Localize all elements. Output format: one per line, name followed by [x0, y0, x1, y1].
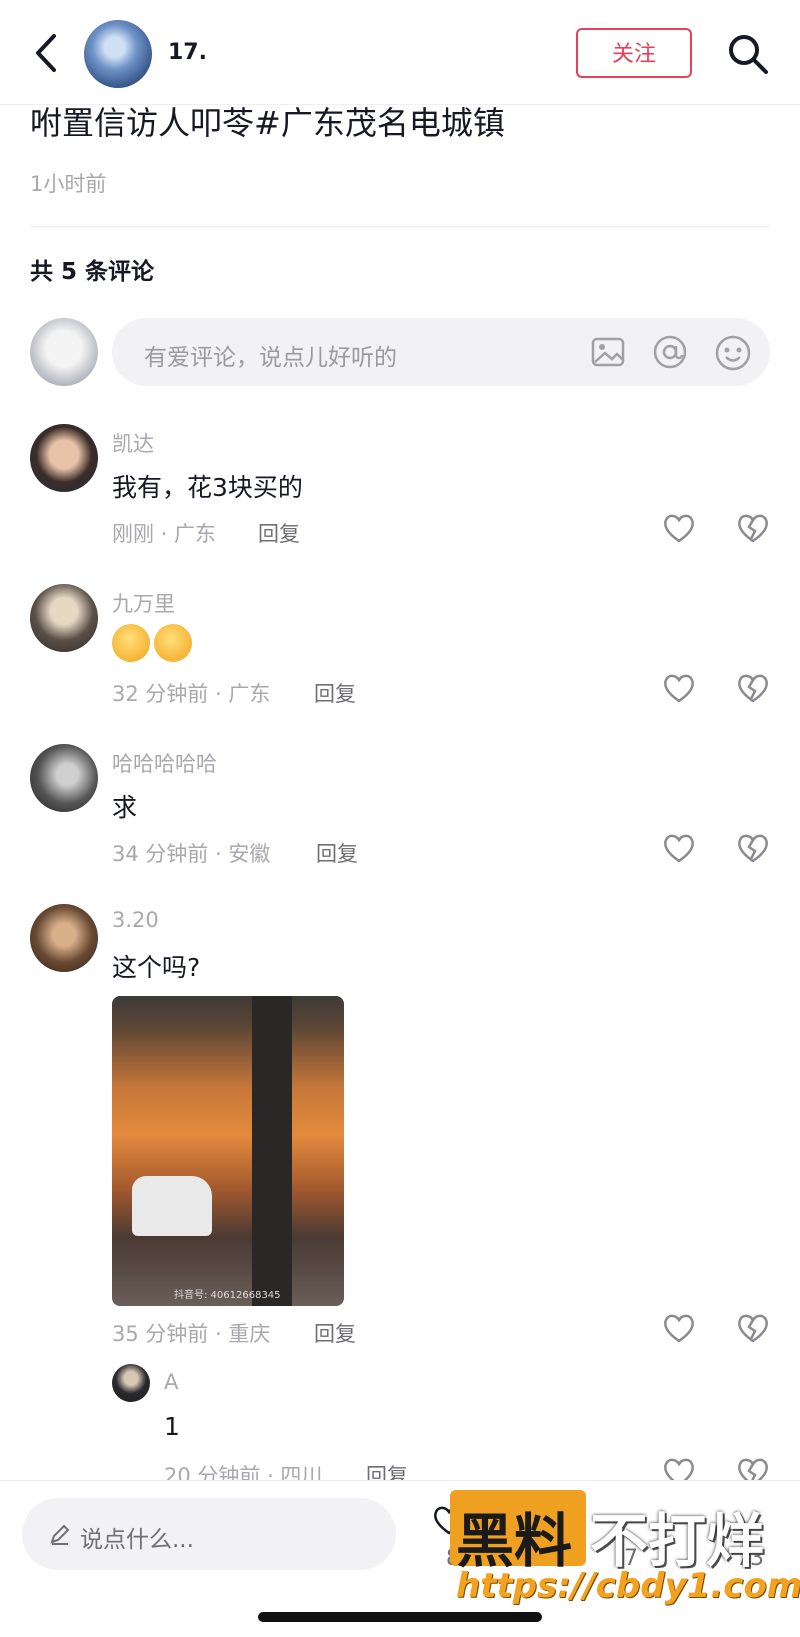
post-time: 1小时前	[30, 172, 107, 196]
video-car	[132, 1176, 212, 1236]
emoji-icon[interactable]	[714, 334, 752, 372]
comment-input-placeholder: 有爱评论，说点儿好听的	[144, 345, 397, 371]
reply-button[interactable]: 回复	[314, 1318, 356, 1348]
post-title: 咐置信访人叩苓#广东茂名电城镇	[30, 104, 505, 142]
comment-text: 这个吗?	[112, 953, 201, 982]
commenter-name[interactable]: 3.20	[112, 908, 159, 932]
surprised-emoji-icon	[112, 624, 150, 662]
comment-meta: 32 分钟前 · 广东	[112, 682, 271, 706]
author-avatar[interactable]	[84, 20, 152, 88]
image-icon[interactable]	[590, 334, 626, 370]
video-pillar	[252, 996, 292, 1306]
follow-button[interactable]: 关注	[576, 28, 692, 78]
commenter-avatar[interactable]	[30, 744, 98, 812]
home-indicator	[258, 1612, 542, 1622]
comment-count: 共 5 条评论	[30, 259, 155, 285]
say-something-input[interactable]	[22, 1498, 396, 1570]
dislike-broken-heart-icon[interactable]	[736, 672, 770, 704]
back-arrow-icon[interactable]	[28, 30, 68, 76]
watermark-url: https://cbdy1.com	[456, 1566, 800, 1606]
like-heart-icon[interactable]	[662, 832, 696, 864]
comment-meta: 刚刚 · 广东	[112, 522, 217, 546]
mention-icon[interactable]	[652, 334, 688, 370]
like-heart-icon[interactable]	[662, 672, 696, 704]
reply-avatar[interactable]	[112, 1364, 150, 1402]
dislike-broken-heart-icon[interactable]	[736, 832, 770, 864]
like-heart-icon[interactable]	[662, 1312, 696, 1344]
author-name[interactable]: 17.	[168, 40, 207, 65]
commenter-name[interactable]: 九万里	[112, 588, 175, 618]
my-avatar	[30, 318, 98, 386]
reply-button[interactable]: 回复	[314, 678, 356, 708]
pencil-icon	[50, 1524, 70, 1545]
reply-button[interactable]: 回复	[258, 518, 300, 548]
reply-text: 1	[164, 1412, 180, 1441]
video-watermark: 抖音号: 40612668345	[174, 1290, 281, 1301]
comment-text: 求	[112, 793, 138, 822]
reply-name[interactable]: A	[164, 1370, 178, 1394]
search-icon[interactable]	[726, 32, 770, 76]
commenter-avatar[interactable]	[30, 904, 98, 972]
heart-hug-emoji-icon	[154, 624, 192, 662]
comment-meta: 35 分钟前 · 重庆	[112, 1322, 271, 1346]
reply-button[interactable]: 回复	[316, 838, 358, 868]
dislike-broken-heart-icon[interactable]	[736, 1312, 770, 1344]
commenter-name[interactable]: 哈哈哈哈哈	[112, 748, 217, 778]
commenter-avatar[interactable]	[30, 424, 98, 492]
comment-meta: 34 分钟前 · 安徽	[112, 842, 271, 866]
divider	[30, 226, 770, 227]
commenter-name[interactable]: 凯达	[112, 428, 154, 458]
like-heart-icon[interactable]	[662, 512, 696, 544]
comment-video-thumbnail[interactable]: 抖音号: 40612668345	[112, 996, 344, 1306]
comment-text: 我有，花3块买的	[112, 473, 303, 502]
commenter-avatar[interactable]	[30, 584, 98, 652]
dislike-broken-heart-icon[interactable]	[736, 512, 770, 544]
say-something-placeholder: 说点什么...	[80, 1527, 194, 1553]
